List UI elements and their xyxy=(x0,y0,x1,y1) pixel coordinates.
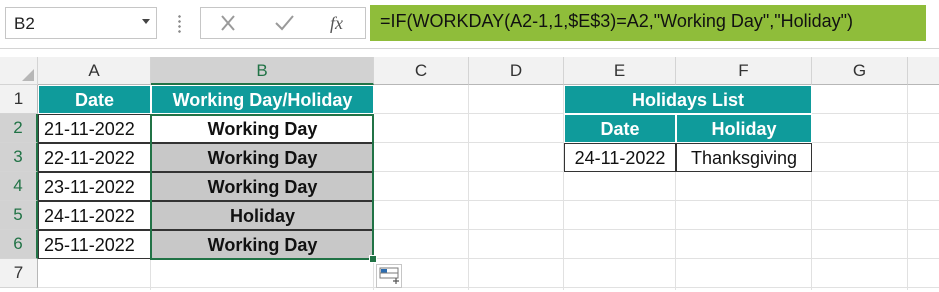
gridline xyxy=(468,85,469,290)
status-header[interactable]: Working Day/Holiday xyxy=(151,85,374,114)
close-x-icon[interactable] xyxy=(213,11,243,35)
quick-analysis-icon[interactable] xyxy=(376,264,402,288)
column-headers: A B C D E F G xyxy=(0,57,939,85)
column-header-g[interactable]: G xyxy=(812,57,908,85)
fx-icon[interactable]: fx xyxy=(325,11,355,35)
column-header-d[interactable]: D xyxy=(469,57,564,85)
date-cell[interactable]: 22-11-2022 xyxy=(38,143,151,172)
column-header-f[interactable]: F xyxy=(676,57,812,85)
date-cell[interactable]: 21-11-2022 xyxy=(38,114,151,143)
column-header-a[interactable]: A xyxy=(38,57,151,85)
status-cell[interactable]: Working Day xyxy=(151,172,374,201)
status-cell[interactable]: Working Day xyxy=(151,143,374,172)
date-cell[interactable]: 25-11-2022 xyxy=(38,230,151,259)
column-header-h[interactable] xyxy=(908,57,939,85)
status-cell[interactable]: Working Day xyxy=(151,230,374,259)
resize-handle-icon[interactable] xyxy=(178,14,181,34)
name-box-value: B2 xyxy=(14,14,35,33)
holiday-date-header[interactable]: Date xyxy=(564,114,676,143)
date-cell[interactable]: 24-11-2022 xyxy=(38,201,151,230)
row-header-4[interactable]: 4 xyxy=(0,172,38,201)
column-header-e[interactable]: E xyxy=(564,57,676,85)
row-header-6[interactable]: 6 xyxy=(0,230,38,259)
fill-handle[interactable] xyxy=(369,255,377,263)
checkmark-icon[interactable] xyxy=(269,11,299,35)
column-header-c[interactable]: C xyxy=(374,57,469,85)
worksheet-grid[interactable]: Date Working Day/Holiday 21-11-2022 Work… xyxy=(38,85,939,290)
date-header[interactable]: Date xyxy=(38,85,151,114)
formula-bar-area: B2 fx =IF(WORKDAY(A2-1,1,$E$3)=A2,"Worki… xyxy=(0,0,939,49)
holiday-date-cell[interactable]: 24-11-2022 xyxy=(564,143,676,172)
date-cell[interactable]: 23-11-2022 xyxy=(38,172,151,201)
select-all-icon xyxy=(22,69,34,81)
row-header-2[interactable]: 2 xyxy=(0,114,38,143)
gridline xyxy=(907,85,908,290)
row-header-3[interactable]: 3 xyxy=(0,143,38,172)
name-box[interactable]: B2 xyxy=(5,7,157,39)
svg-text:fx: fx xyxy=(330,13,343,33)
row-header-5[interactable]: 5 xyxy=(0,201,38,230)
holiday-name-header[interactable]: Holiday xyxy=(676,114,812,143)
select-all-corner[interactable] xyxy=(0,57,38,85)
holiday-name-cell[interactable]: Thanksgiving xyxy=(676,143,812,172)
status-cell[interactable]: Holiday xyxy=(151,201,374,230)
row-header-7[interactable]: 7 xyxy=(0,259,38,288)
status-cell[interactable]: Working Day xyxy=(151,114,374,143)
column-header-b[interactable]: B xyxy=(151,57,374,85)
formula-input[interactable]: =IF(WORKDAY(A2-1,1,$E$3)=A2,"Working Day… xyxy=(370,5,926,41)
chevron-down-icon[interactable] xyxy=(142,19,150,24)
row-header-1[interactable]: 1 xyxy=(0,85,38,114)
holidays-list-title[interactable]: Holidays List xyxy=(564,85,812,114)
formula-buttons: fx xyxy=(200,7,366,39)
